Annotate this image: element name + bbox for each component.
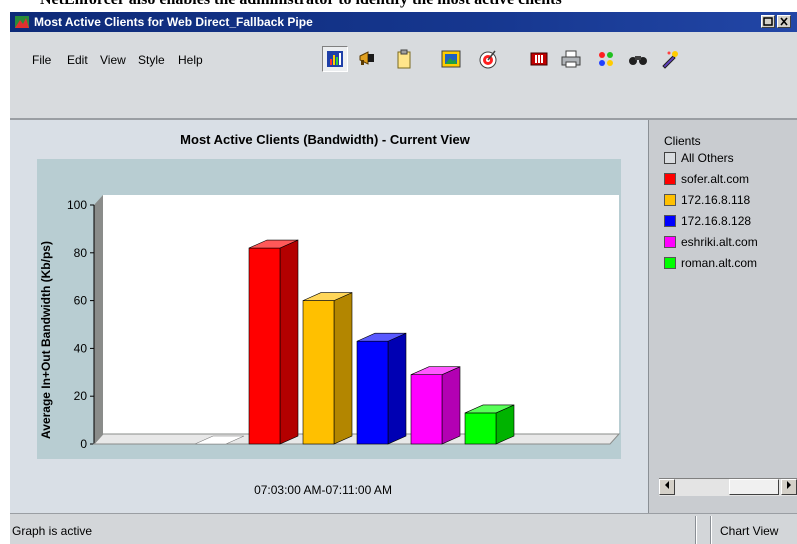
bar-side [387, 332, 407, 445]
target-button[interactable] [475, 46, 501, 72]
announce-button[interactable] [355, 46, 381, 72]
bar-chart-icon [327, 51, 343, 67]
bar-front [356, 340, 389, 445]
bar-chart-button[interactable] [322, 46, 348, 72]
bar-front [302, 300, 335, 445]
clipboard-icon [397, 49, 411, 69]
menu-file[interactable]: File [32, 53, 51, 67]
legend-label: 172.16.8.118 [681, 193, 751, 207]
legend-swatch [664, 173, 676, 185]
menu-toolbar: File Edit View Style Help [10, 32, 797, 118]
picture-icon [441, 50, 461, 68]
legend-swatch [664, 236, 676, 248]
bar-172-16-8-118[interactable] [302, 292, 353, 445]
status-text: Graph is active [12, 524, 93, 538]
legend-item[interactable]: eshriki.alt.com [664, 234, 758, 250]
status-separator [710, 516, 712, 544]
bar-front [410, 374, 443, 445]
legend-label: All Others [681, 151, 734, 165]
scroll-thumb[interactable] [729, 479, 779, 495]
legend-title: Clients [664, 134, 701, 148]
app-window: Most Active Clients for Web Direct_Fallb… [10, 12, 797, 544]
legend-item[interactable]: sofer.alt.com [664, 171, 749, 187]
status-view-label: Chart View [720, 524, 779, 538]
bar-side [333, 292, 353, 445]
chart-title: Most Active Clients (Bandwidth) - Curren… [180, 132, 471, 147]
legend-swatch [664, 215, 676, 227]
y-tick-label: 20 [74, 389, 88, 403]
wizard-button[interactable] [657, 46, 683, 72]
scroll-right-icon [787, 481, 791, 489]
bar-side [441, 366, 461, 445]
status-bar: Graph is active Chart View [10, 513, 797, 544]
document-header-text: NetEnforcer also enables the administrat… [40, 0, 562, 9]
palette-icon [599, 52, 613, 66]
bar-front [464, 412, 497, 445]
legend-label: eshriki.alt.com [681, 235, 758, 249]
palette-button[interactable] [593, 46, 619, 72]
filter-icon [530, 52, 548, 66]
bar-front [248, 247, 281, 445]
binoculars-icon [629, 56, 647, 65]
legend-label: roman.alt.com [681, 256, 758, 270]
scroll-right-button[interactable] [781, 479, 797, 495]
picture-button[interactable] [438, 46, 464, 72]
target-icon [479, 50, 497, 69]
status-separator [695, 516, 697, 544]
y-tick-label: 0 [80, 437, 87, 451]
plot-floor [92, 433, 621, 445]
menu-edit[interactable]: Edit [67, 53, 88, 67]
legend-item[interactable]: roman.alt.com [664, 255, 757, 271]
legend-horizontal-scrollbar[interactable] [659, 478, 797, 496]
scroll-left-button[interactable] [659, 479, 675, 495]
clipboard-button[interactable] [391, 46, 417, 72]
find-button[interactable] [625, 46, 651, 72]
title-bar[interactable]: Most Active Clients for Web Direct_Fallb… [10, 12, 797, 32]
print-button[interactable] [558, 46, 584, 72]
legend-item[interactable]: 172.16.8.118 [664, 192, 750, 208]
menu-help[interactable]: Help [178, 53, 203, 67]
bar-chart: Most Active Clients (Bandwidth) - Curren… [37, 132, 621, 497]
bar-172-16-8-128[interactable] [356, 332, 407, 445]
legend-swatch [664, 152, 676, 164]
legend-item[interactable]: All Others [664, 150, 734, 166]
window-title: Most Active Clients for Web Direct_Fallb… [34, 15, 313, 29]
legend-swatch [664, 257, 676, 269]
maximize-button[interactable] [761, 15, 775, 28]
y-tick-label: 100 [67, 198, 87, 212]
bar-sofer-alt-com[interactable] [248, 239, 299, 445]
maximize-icon [763, 17, 773, 26]
y-tick-label: 40 [74, 341, 88, 355]
y-tick-label: 60 [74, 294, 88, 308]
legend-swatch [664, 194, 676, 206]
x-axis-label: 07:03:00 AM-07:11:00 AM [254, 483, 392, 497]
menu-style[interactable]: Style [138, 53, 165, 67]
app-icon [15, 16, 29, 28]
menu-view[interactable]: View [100, 53, 126, 67]
bar-roman-alt-com[interactable] [464, 404, 515, 445]
bar-eshriki-alt-com[interactable] [410, 366, 461, 445]
filter-button[interactable] [526, 46, 552, 72]
bar-side [279, 239, 299, 445]
close-icon [780, 17, 788, 26]
document-header-fragment: NetEnforcer also enables the administrat… [0, 0, 797, 12]
legend-label: 172.16.8.128 [681, 214, 752, 228]
chart-panel[interactable]: Most Active Clients (Bandwidth) - Curren… [10, 120, 649, 513]
y-tick-label: 80 [74, 246, 88, 260]
y-axis-label: Average In+Out Bandwidth (Kb/ps) [39, 241, 53, 439]
legend-label: sofer.alt.com [681, 172, 750, 186]
legend-panel: Clients All Others sofer.alt.com 172.16.8.… [649, 120, 797, 513]
plot-side-wall [94, 195, 103, 444]
wizard-icon [662, 51, 678, 69]
print-icon [561, 50, 581, 68]
megaphone-icon [359, 51, 374, 65]
scroll-left-icon [665, 481, 669, 489]
close-button[interactable] [777, 15, 791, 28]
legend-item[interactable]: 172.16.8.128 [664, 213, 751, 229]
